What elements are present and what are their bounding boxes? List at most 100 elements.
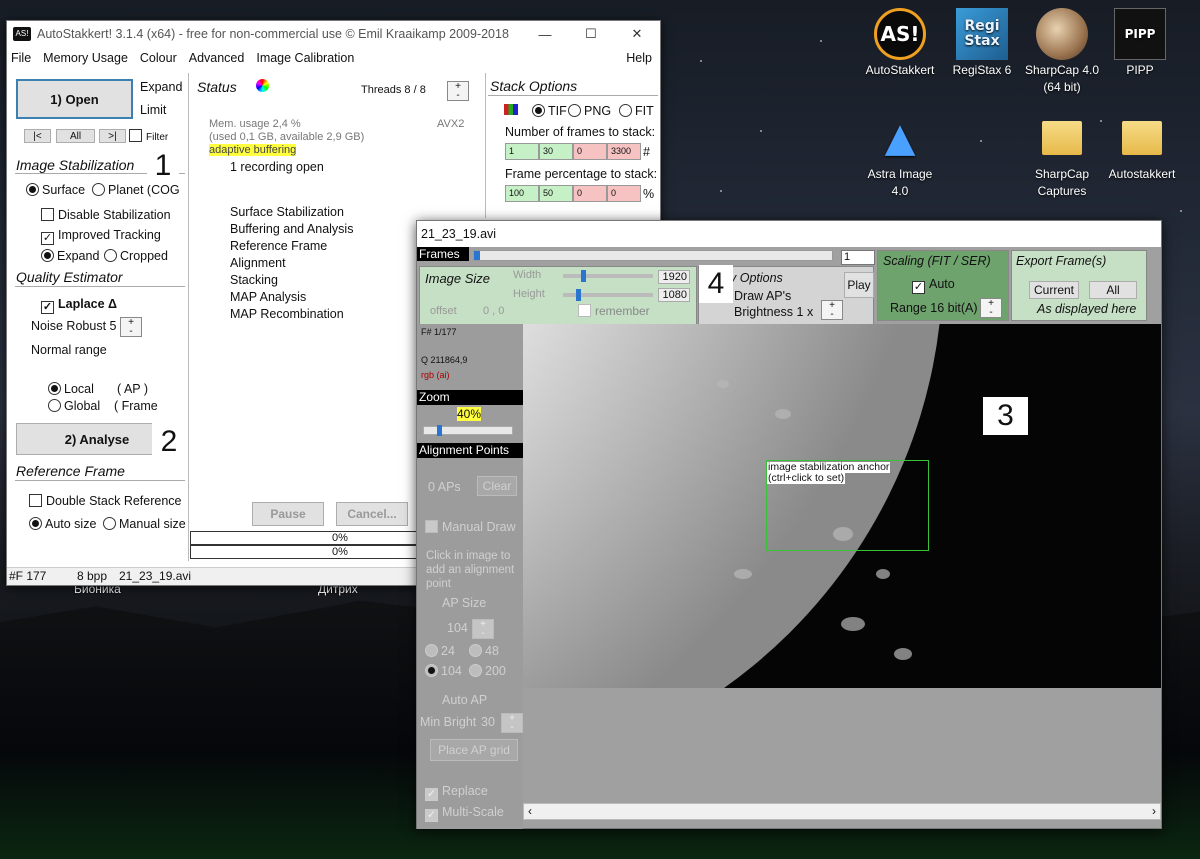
frame-number-input[interactable]: 1 bbox=[841, 250, 875, 265]
global-radio[interactable]: Global bbox=[48, 399, 100, 413]
ap-count-label: 0 APs bbox=[428, 480, 461, 494]
scaling-panel: Scaling (FIT / SER) ✓ Auto Range 16 bit(A… bbox=[877, 250, 1009, 321]
menu-image-calibration[interactable]: Image Calibration bbox=[256, 51, 354, 65]
last-frame-button[interactable]: >| bbox=[99, 129, 126, 143]
ap-size-stepper[interactable]: + - bbox=[472, 619, 494, 639]
export-all-button[interactable]: All bbox=[1089, 281, 1137, 299]
offset-values: 0 , 0 bbox=[483, 305, 505, 317]
planet-radio[interactable]: Planet (COG bbox=[92, 183, 180, 197]
manual-draw-label: Manual Draw bbox=[442, 520, 516, 534]
play-button[interactable]: Play bbox=[844, 272, 874, 298]
auto-size-radio[interactable]: Auto size bbox=[29, 517, 96, 531]
laplace-checkbox[interactable]: ✓ Laplace Δ bbox=[41, 297, 117, 314]
remember-checkbox[interactable]: remember bbox=[578, 304, 650, 318]
percent-input-4[interactable]: 0 bbox=[607, 185, 641, 202]
auto-checkbox[interactable]: ✓ Auto bbox=[912, 277, 955, 294]
double-stack-checkbox[interactable]: Double Stack Reference bbox=[29, 494, 182, 508]
expand-label[interactable]: Expand bbox=[140, 80, 182, 94]
maximize-button[interactable]: ☐ bbox=[568, 26, 614, 42]
frames-slider-thumb[interactable] bbox=[474, 251, 480, 260]
draw-aps-label: Draw AP's bbox=[734, 289, 792, 303]
fit-label: FIT bbox=[635, 104, 654, 118]
zoom-slider-thumb[interactable] bbox=[437, 425, 442, 436]
surface-radio[interactable]: Surface bbox=[26, 183, 85, 197]
improved-tracking-checkbox[interactable]: ✓ Improved Tracking bbox=[41, 228, 161, 245]
cropped-radio[interactable]: Cropped bbox=[104, 249, 168, 263]
desktop-icon-sharpcap[interactable]: SharpCap 4.0 (64 bit) bbox=[1020, 8, 1104, 96]
desktop-icon-sharpcap-captures[interactable]: SharpCap Captures bbox=[1020, 112, 1104, 200]
min-bright-label: Min Bright bbox=[420, 715, 477, 729]
menu-help[interactable]: Help bbox=[626, 51, 652, 65]
fit-radio[interactable]: FIT bbox=[619, 104, 654, 118]
all-frames-button[interactable]: All bbox=[56, 129, 95, 143]
cancel-button[interactable]: Cancel... bbox=[336, 502, 408, 526]
percent-input-1[interactable]: 100 bbox=[505, 185, 539, 202]
scroll-left-icon[interactable]: ‹ bbox=[528, 804, 532, 818]
local-radio[interactable]: Local bbox=[48, 382, 94, 396]
frames-input-3[interactable]: 0 bbox=[573, 143, 607, 160]
multi-scale-checkbox[interactable]: ✓ Multi-Scale bbox=[425, 805, 504, 822]
open-button[interactable]: 1) Open bbox=[16, 79, 133, 119]
frame-viewer-window: 21_23_19.avi Frames 1 Image Size Width H… bbox=[416, 220, 1162, 829]
place-ap-grid-button[interactable]: Place AP grid bbox=[430, 739, 518, 761]
alignment-points-header: Alignment Points bbox=[417, 443, 523, 458]
scroll-right-icon[interactable]: › bbox=[1152, 804, 1156, 818]
height-slider[interactable] bbox=[563, 289, 653, 301]
menu-file[interactable]: File bbox=[11, 51, 31, 65]
ap-size-24-radio[interactable]: 24 bbox=[425, 644, 455, 658]
recording-open-text: 1 recording open bbox=[230, 160, 324, 174]
horizontal-scrollbar[interactable]: ‹ › bbox=[523, 803, 1161, 820]
menu-memory-usage[interactable]: Memory Usage bbox=[43, 51, 128, 65]
expand-radio[interactable]: Expand bbox=[41, 249, 99, 263]
range-stepper[interactable]: + - bbox=[980, 298, 1002, 318]
width-slider[interactable] bbox=[563, 270, 653, 282]
replace-checkbox[interactable]: ✓ Replace bbox=[425, 784, 488, 801]
ap-size-label: AP Size bbox=[442, 596, 487, 610]
ap-size-200-radio[interactable]: 200 bbox=[469, 664, 506, 678]
width-value[interactable]: 1920 bbox=[658, 270, 690, 284]
menu-advanced[interactable]: Advanced bbox=[189, 51, 245, 65]
desktop-icon-registax[interactable]: Regi Stax RegiStax 6 bbox=[940, 8, 1024, 79]
threads-stepper[interactable]: + - bbox=[447, 81, 469, 101]
frames-input-2[interactable]: 30 bbox=[539, 143, 573, 160]
manual-size-radio[interactable]: Manual size bbox=[103, 517, 186, 531]
disable-stabilization-checkbox[interactable]: Disable Stabilization bbox=[41, 208, 171, 222]
image-viewport[interactable]: image stabilization anchor (ctrl+click t… bbox=[523, 324, 1161, 688]
desktop-icon-pipp[interactable]: PIPP PIPP bbox=[1098, 8, 1182, 79]
auto-size-label: Auto size bbox=[45, 517, 97, 531]
quality-value: Q 211864,9 bbox=[421, 355, 468, 365]
autostakkert-icon: AS! bbox=[874, 8, 926, 60]
min-bright-stepper[interactable]: + - bbox=[501, 713, 523, 733]
remember-label: remember bbox=[595, 304, 650, 318]
desktop-icon-autostakkert[interactable]: AS! AutoStakkert bbox=[858, 8, 942, 79]
pause-button[interactable]: Pause bbox=[252, 502, 324, 526]
frames-slider[interactable] bbox=[473, 250, 833, 261]
height-value[interactable]: 1080 bbox=[658, 288, 690, 302]
manual-draw-checkbox[interactable]: Manual Draw bbox=[425, 520, 516, 534]
png-radio[interactable]: PNG bbox=[568, 104, 611, 118]
percent-input-2[interactable]: 50 bbox=[539, 185, 573, 202]
frames-input-1[interactable]: 1 bbox=[505, 143, 539, 160]
export-current-button[interactable]: Current bbox=[1029, 281, 1079, 299]
ap-size-48-radio[interactable]: 48 bbox=[469, 644, 499, 658]
minimize-button[interactable]: — bbox=[522, 27, 568, 42]
brightness-stepper[interactable]: + - bbox=[821, 300, 843, 320]
ap-size-104-radio[interactable]: 104 bbox=[425, 664, 462, 678]
tif-radio[interactable]: TIF bbox=[532, 104, 567, 118]
close-button[interactable]: ✕ bbox=[614, 26, 660, 42]
percent-input-3[interactable]: 0 bbox=[573, 185, 607, 202]
stack-options-title: Stack Options bbox=[490, 78, 578, 94]
filter-checkbox[interactable]: Filter bbox=[129, 129, 168, 143]
ap-size-24-label: 24 bbox=[441, 644, 455, 658]
desktop-icon-astra[interactable]: ▲ Astra Image 4.0 bbox=[858, 112, 942, 200]
zoom-slider[interactable] bbox=[423, 425, 513, 436]
noise-robust-stepper[interactable]: + - bbox=[120, 317, 142, 337]
first-frame-button[interactable]: |< bbox=[24, 129, 51, 143]
frames-input-4[interactable]: 3300 bbox=[607, 143, 641, 160]
improved-tracking-label: Improved Tracking bbox=[58, 228, 161, 242]
menu-colour[interactable]: Colour bbox=[140, 51, 177, 65]
clear-button[interactable]: Clear bbox=[477, 476, 517, 496]
limit-label[interactable]: Limit bbox=[140, 103, 166, 117]
status-title: Status bbox=[197, 79, 237, 95]
desktop-icon-autostakkert-folder[interactable]: Autostakkert bbox=[1100, 112, 1184, 183]
